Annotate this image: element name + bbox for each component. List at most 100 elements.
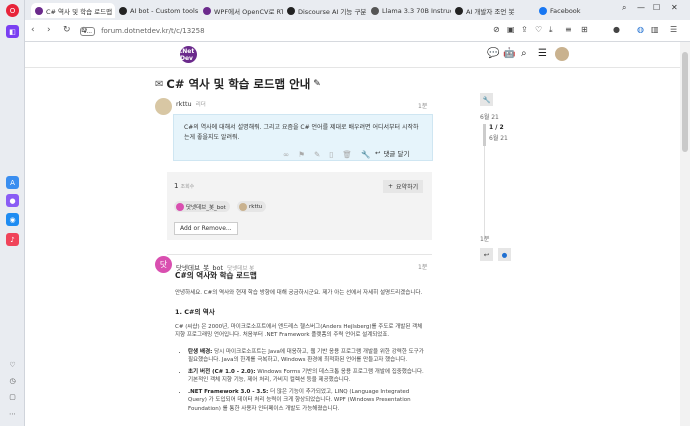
avatar[interactable]: 닷 bbox=[155, 256, 172, 273]
tab-favicon-icon bbox=[35, 6, 43, 15]
site-info-badge[interactable]: V... bbox=[80, 26, 96, 36]
timeline-end-time[interactable]: 1분 bbox=[480, 234, 489, 243]
tab-6[interactable]: Facebook bbox=[535, 3, 619, 18]
url-field[interactable]: V... forum.dotnetdev.kr/t/c/13258 bbox=[80, 24, 520, 38]
extension-icon[interactable]: ◍ bbox=[637, 25, 644, 34]
link-icon[interactable]: ∞ bbox=[283, 150, 289, 159]
timeline-start-date[interactable]: 6월 21 bbox=[480, 112, 499, 121]
tab-title: AI 개발자 조언 봇 bbox=[466, 7, 515, 16]
app-store-icon[interactable]: A bbox=[6, 176, 19, 189]
vpn-icon[interactable]: ▥ bbox=[651, 25, 659, 34]
delete-icon[interactable]: 🗑 bbox=[342, 150, 352, 159]
list-item-title: 탄생 배경: bbox=[188, 348, 213, 355]
edit-icon[interactable]: ✎ bbox=[314, 150, 320, 159]
heart-icon[interactable]: ♡ bbox=[6, 358, 19, 371]
participant-chip[interactable]: 닷넷데브_봇_bot bbox=[174, 201, 230, 212]
participant-chip[interactable]: rkttu bbox=[237, 201, 267, 212]
post-author[interactable]: rkttu 리더 bbox=[176, 100, 206, 108]
tab-strip: C# 역사 및 학습 로드맵 ✕ AI bot - Custom tools -… bbox=[25, 0, 690, 20]
forward-icon[interactable]: › bbox=[47, 25, 51, 35]
bookmark-icon[interactable]: ♡ bbox=[535, 25, 542, 34]
maximize-icon[interactable]: ☐ bbox=[653, 3, 660, 12]
participant-avatar bbox=[176, 202, 184, 211]
download-icon[interactable]: ⤓ bbox=[549, 25, 553, 35]
add-remove-button[interactable]: Add or Remove... bbox=[174, 222, 238, 235]
messenger-icon[interactable]: ● bbox=[6, 194, 19, 207]
camera-icon[interactable]: ▣ bbox=[507, 25, 515, 34]
divider bbox=[167, 254, 432, 255]
list-item: 탄생 배경: 당시 마이크로소프트는 Java에 대응하고, 웹 기반 응용 프… bbox=[188, 348, 425, 365]
profile-avatar-icon[interactable]: ● bbox=[613, 25, 620, 34]
browser-sidebar: O ◧ A ● ◉ ♪ ♡ ◷ ▢ ⋯ bbox=[0, 0, 25, 426]
bookmark-icon[interactable]: ▯ bbox=[329, 150, 333, 159]
tab-3[interactable]: Discourse AI 기능 구분 bbox=[283, 3, 367, 18]
tab-title: Llama 3.3 70B Instruct bbox=[382, 6, 451, 15]
chat-icon[interactable]: 💬 bbox=[487, 48, 499, 59]
edit-pencil-icon[interactable]: ✎ bbox=[313, 79, 321, 89]
hamburger-menu-icon[interactable]: ☰ bbox=[538, 48, 547, 59]
easy-setup-icon[interactable]: ≡ bbox=[565, 25, 572, 34]
tab-5[interactable]: AI 개발자 조언 봇 bbox=[451, 3, 535, 18]
tab-title: Discourse AI 기능 구분 bbox=[298, 7, 367, 16]
flag-icon[interactable]: ⚑ bbox=[298, 150, 305, 159]
tab-favicon-icon bbox=[119, 6, 127, 15]
tab-title: WPF에서 OpenCV로 RT bbox=[214, 7, 283, 16]
author-name[interactable]: rkttu bbox=[176, 100, 192, 108]
tab-2[interactable]: WPF에서 OpenCV로 RT bbox=[199, 3, 283, 18]
tab-favicon-icon bbox=[539, 6, 547, 15]
admin-wrench-button[interactable]: 🔧 bbox=[480, 93, 493, 106]
cube-icon[interactable]: ▢ bbox=[6, 390, 19, 403]
tab-4[interactable]: Llama 3.3 70B Instruct bbox=[367, 3, 451, 18]
view-count-label: 조회수 bbox=[180, 184, 195, 190]
timeline-position: 1 / 2 bbox=[489, 124, 504, 131]
page-scrollbar[interactable] bbox=[680, 42, 690, 426]
topic-title: ✉ C# 역사 및 학습 로드맵 안내 ✎ bbox=[155, 76, 321, 92]
tab-title: Facebook bbox=[550, 6, 581, 15]
search-icon[interactable]: ⌕ bbox=[521, 48, 527, 59]
menu-icon[interactable]: ☰ bbox=[670, 25, 677, 34]
scrollbar-thumb[interactable] bbox=[682, 52, 688, 152]
topic-title-text[interactable]: C# 역사 및 학습 로드맵 안내 bbox=[166, 76, 310, 92]
more-icon[interactable]: ⋯ bbox=[6, 407, 19, 420]
notification-bell-button[interactable]: ● bbox=[498, 248, 511, 261]
snapshot-icon[interactable]: ⊞ bbox=[581, 25, 588, 34]
summarize-label: 요약하기 bbox=[396, 184, 419, 191]
forum-page: .Net Dev 💬 🤖 ⌕ ☰ ✉ C# 역사 및 학습 로드맵 안내 ✎ r… bbox=[25, 42, 680, 426]
admin-wrench-icon[interactable]: 🔧 bbox=[361, 150, 370, 159]
post-text: C#의 역사에 대해서 설명해줘. 그리고 요즘을 C# 언어를 제대로 배우려… bbox=[184, 124, 419, 141]
summarize-button[interactable]: + 요약하기 bbox=[383, 180, 424, 193]
tab-1[interactable]: AI bot - Custom tools - bbox=[115, 3, 199, 18]
workspace-icon[interactable]: ◧ bbox=[6, 25, 19, 38]
minimize-icon[interactable]: — bbox=[637, 3, 645, 12]
list-item-title: .NET Framework 3.0 - 3.5: bbox=[188, 388, 269, 395]
close-window-icon[interactable]: ✕ bbox=[671, 3, 678, 12]
facebook-messenger-icon[interactable]: ◉ bbox=[6, 213, 19, 226]
view-count-value: 1 bbox=[174, 182, 179, 190]
post-body: C#의 역사와 학습 로드맵 안녕하세요. C#의 역사와 현재 학습 방향에 … bbox=[175, 270, 425, 416]
history-icon[interactable]: ◷ bbox=[6, 374, 19, 387]
tab-favicon-icon bbox=[287, 6, 295, 15]
reply-label: 댓글 달기 bbox=[383, 150, 410, 158]
post-intro: 안녕하세요. C#의 역사와 현재 학습 방향에 대해 궁금하시군요. 제가 아… bbox=[175, 290, 423, 296]
url-text[interactable]: forum.dotnetdev.kr/t/c/13258 bbox=[101, 27, 205, 35]
share-icon[interactable]: ⇪ bbox=[521, 25, 528, 34]
search-tabs-icon[interactable]: ⌕ bbox=[622, 3, 626, 13]
reload-icon[interactable]: ↻ bbox=[63, 25, 71, 35]
opera-logo-icon[interactable]: O bbox=[6, 4, 19, 17]
forum-logo[interactable]: .Net Dev bbox=[180, 46, 197, 63]
participant-avatar bbox=[239, 202, 247, 211]
back-icon[interactable]: ‹ bbox=[31, 25, 35, 35]
ai-bot-icon[interactable]: 🤖 bbox=[503, 48, 515, 59]
reply-topic-button[interactable]: ↩ bbox=[480, 248, 493, 261]
avatar[interactable] bbox=[155, 98, 172, 115]
music-icon[interactable]: ♪ bbox=[6, 233, 19, 246]
section-text: C# (씨샵) 은 2000년, 마이크로소프트에서 앤드레스 헬스버그(And… bbox=[175, 323, 423, 339]
user-avatar[interactable] bbox=[555, 47, 569, 61]
forum-header: .Net Dev 💬 🤖 ⌕ ☰ bbox=[25, 42, 680, 68]
tab-0[interactable]: C# 역사 및 학습 로드맵 ✕ bbox=[31, 3, 115, 18]
address-bar: ‹ › ↻ ⌂ V... forum.dotnetdev.kr/t/c/1325… bbox=[25, 20, 690, 42]
tracker-icon[interactable]: ⊘ bbox=[493, 25, 500, 34]
reply-button[interactable]: ↩ 댓글 달기 bbox=[370, 146, 414, 160]
post-time[interactable]: 1분 bbox=[418, 101, 427, 110]
timeline-handle[interactable] bbox=[483, 124, 486, 146]
